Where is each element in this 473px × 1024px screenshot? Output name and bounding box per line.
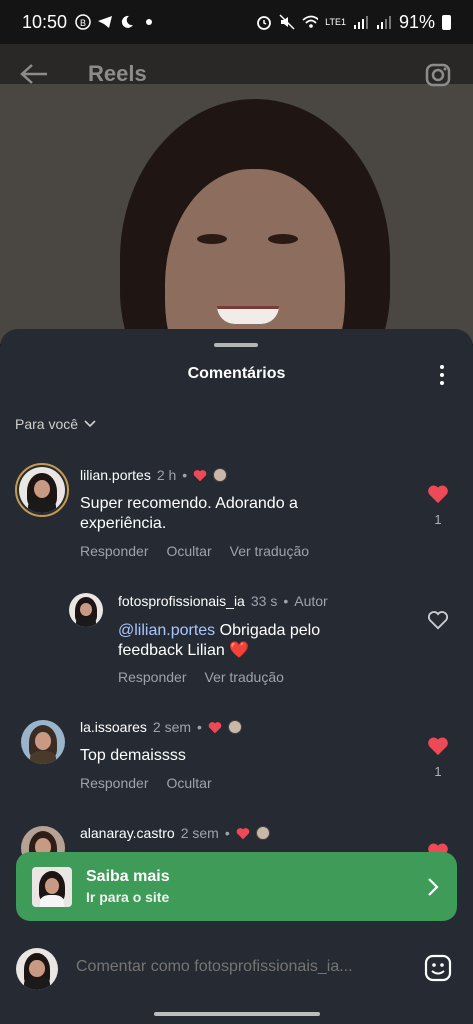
separator-dot: • [283,593,289,609]
like-count: 1 [434,764,442,779]
like-control[interactable] [426,610,450,630]
cta-title: Saiba mais [86,868,170,885]
page-title: Reels [88,61,147,86]
network-label: LTE1 [325,17,346,27]
filter-label: Para você [15,416,79,432]
reel-smile [217,306,279,324]
mute-icon [279,14,295,30]
comment-username[interactable]: fotosprofissionais_ia [118,593,245,609]
comment-text: Top demaissss [80,747,186,764]
signal-icon [353,14,369,30]
learn-more-banner[interactable]: Saiba mais Ir para o site [16,852,457,921]
telegram-icon [97,14,113,30]
like-control[interactable]: 1 [426,736,450,779]
battery-percent: 91% [398,11,435,32]
creator-avatar-mini [255,826,270,840]
filter-dropdown[interactable]: Para você [15,416,96,432]
status-time: 10:50 [22,11,68,32]
creator-avatar-mini [227,720,242,734]
comment-meta: la.issoares 2 sem • [80,719,242,735]
comment-actions: Responder Ver tradução [118,669,284,685]
avatar[interactable] [21,720,65,764]
hide-button[interactable]: Ocultar [167,775,212,791]
comment-meta: alanaray.castro 2 sem • [80,825,270,841]
comment-username[interactable]: lilian.portes [80,467,151,483]
mention-link[interactable]: @lilian.portes [118,622,215,639]
sheet-title: Comentários [187,365,286,382]
separator-dot: • [182,467,188,483]
cta-subtitle: Ir para o site [86,889,170,905]
home-indicator[interactable] [154,1012,320,1016]
comment-time: 33 s [250,593,278,609]
heart-filled-icon[interactable] [427,736,449,756]
reply-button[interactable]: Responder [80,543,149,559]
creator-heart-icon [208,721,222,733]
comment-input[interactable] [76,958,396,976]
reel-eye-right [268,234,298,244]
alarm-icon [256,14,272,30]
battery-icon [442,14,451,30]
reply-button[interactable]: Responder [80,775,149,791]
dot-icon [141,14,157,30]
comment-username[interactable]: alanaray.castro [80,825,175,841]
comment-meta: lilian.portes 2 h • [80,467,228,483]
like-count: 1 [434,512,442,527]
sticker-icon[interactable] [424,954,452,982]
story-ring[interactable] [15,463,69,517]
wifi-icon [302,14,319,30]
separator-dot: • [197,719,202,735]
camera-icon[interactable] [423,59,453,89]
creator-heart-icon [236,827,250,839]
avatar [19,467,65,513]
translate-button[interactable]: Ver tradução [205,669,284,685]
back-arrow-icon[interactable] [20,59,50,89]
cta-thumbnail [32,866,72,907]
chevron-down-icon [84,420,96,428]
hide-button[interactable]: Ocultar [167,543,212,559]
separator-dot: • [224,825,230,841]
comment-actions: Responder Ocultar Ver tradução [80,543,309,559]
author-badge: Autor [294,593,328,609]
my-avatar [16,948,58,990]
status-left-icons: B [75,14,157,30]
translate-button[interactable]: Ver tradução [230,543,309,559]
status-bar: 10:50 B LTE1 91% [0,0,473,44]
creator-heart-icon [193,469,207,481]
more-options-icon[interactable] [432,363,452,387]
comment-time: 2 sem [152,719,192,735]
b-app-icon: B [75,14,91,30]
chevron-right-icon [425,877,441,897]
status-right-icons: LTE1 91% [256,12,451,33]
comment-text: @lilian.portes Obrigada pelo feedback Li… [118,621,368,661]
comment-meta: fotosprofissionais_ia 33 s • Autor [118,593,328,609]
reel-eye-left [197,234,227,244]
comment-input-bar [0,930,473,1024]
heart-outline-icon[interactable] [427,610,449,630]
svg-text:B: B [80,18,86,28]
heart-filled-icon[interactable] [427,484,449,504]
avatar[interactable] [69,593,103,627]
like-control[interactable]: 1 [426,484,450,527]
comment-text: Super recomendo. Adorando a experiência. [80,495,298,532]
comment-time: 2 sem [180,825,219,841]
comment-actions: Responder Ocultar [80,775,212,791]
drag-handle[interactable] [214,343,258,347]
comment-time: 2 h [156,467,177,483]
cta-texts: Saiba mais Ir para o site [86,868,170,905]
heart-emoji: ❤️ [229,642,250,659]
moon-icon [119,14,135,30]
creator-avatar-mini [213,468,228,482]
reel-header: Reels [0,44,473,104]
signal-2-icon [376,14,392,30]
comment-username[interactable]: la.issoares [80,719,147,735]
reply-button[interactable]: Responder [118,669,187,685]
